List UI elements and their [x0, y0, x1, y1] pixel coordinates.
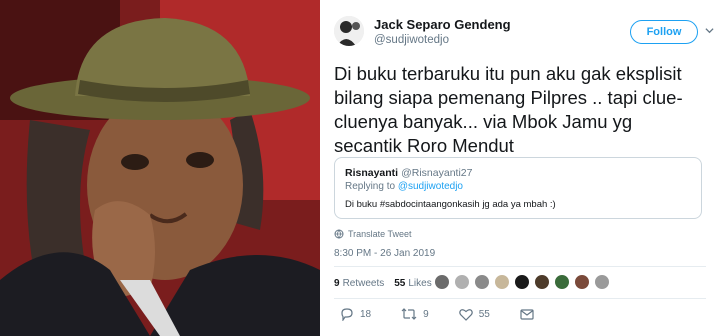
liker-avatar[interactable] — [494, 274, 510, 290]
liker-avatar[interactable] — [454, 274, 470, 290]
liker-avatar[interactable] — [594, 274, 610, 290]
retweets-stat[interactable]: 9 Retweets — [334, 278, 384, 289]
liker-avatar[interactable] — [514, 274, 530, 290]
liker-avatars — [434, 274, 610, 292]
replying-to: Replying to @sudjiwotedjo — [345, 180, 691, 194]
retweet-icon — [401, 308, 417, 320]
retweets-label: Retweets — [342, 277, 385, 289]
quoted-tweet[interactable]: Risnayanti @Risnayanti27 Replying to @sud… — [334, 157, 702, 219]
heart-icon — [458, 308, 473, 321]
like-count: 55 — [478, 308, 490, 320]
likes-count: 55 — [394, 277, 406, 289]
divider-bottom — [334, 298, 706, 299]
quoted-author-name: Risnayanti — [345, 167, 399, 179]
retweets-count: 9 — [334, 277, 340, 289]
replying-prefix: Replying to — [345, 181, 396, 192]
author-display-name[interactable]: Jack Separo Gendeng — [374, 17, 511, 33]
tweet-stats: 9 Retweets 55 Likes — [334, 274, 432, 292]
envelope-icon — [520, 308, 534, 320]
retweet-button[interactable]: 9 — [401, 308, 429, 320]
likes-stat[interactable]: 55 Likes — [394, 278, 431, 289]
tweet-card: Jack Separo Gendeng @sudjiwotedjo Follow… — [320, 0, 720, 336]
liker-avatar[interactable] — [534, 274, 550, 290]
translate-label: Translate Tweet — [348, 229, 412, 239]
author-handle[interactable]: @sudjiwotedjo — [374, 33, 511, 48]
liker-avatar[interactable] — [434, 274, 450, 290]
quoted-text: Di buku #sabdocintaangonkasih jg ada ya … — [345, 199, 556, 210]
translate-tweet[interactable]: Translate Tweet — [334, 229, 412, 239]
liker-avatar[interactable] — [574, 274, 590, 290]
reply-count: 18 — [360, 308, 372, 320]
tweet-text: Di buku terbaruku itu pun aku gak ekspli… — [334, 63, 683, 156]
replying-mention[interactable]: @sudjiwotedjo — [398, 181, 463, 192]
direct-message-button[interactable] — [520, 308, 534, 320]
tweet-timestamp[interactable]: 8:30 PM - 26 Jan 2019 — [334, 248, 435, 259]
retweet-count: 9 — [423, 308, 429, 320]
divider-top — [334, 266, 706, 267]
chevron-down-icon[interactable] — [705, 26, 714, 35]
quoted-author-handle: @Risnayanti27 — [401, 167, 473, 179]
globe-icon — [334, 229, 344, 239]
tweet-header: Jack Separo Gendeng @sudjiwotedjo Follow — [334, 16, 714, 52]
profile-photo — [0, 0, 320, 336]
reply-button[interactable]: 18 — [340, 307, 372, 321]
like-button[interactable]: 55 — [458, 308, 490, 321]
tweet-actions: 18 9 55 — [340, 306, 564, 322]
liker-avatar[interactable] — [474, 274, 490, 290]
follow-button[interactable]: Follow — [630, 20, 698, 44]
reply-icon — [341, 307, 353, 321]
author-names: Jack Separo Gendeng @sudjiwotedjo — [374, 17, 511, 48]
author-avatar[interactable] — [334, 16, 364, 46]
likes-label: Likes — [408, 277, 432, 289]
liker-avatar[interactable] — [554, 274, 570, 290]
quoted-author: Risnayanti @Risnayanti27 — [345, 166, 691, 180]
